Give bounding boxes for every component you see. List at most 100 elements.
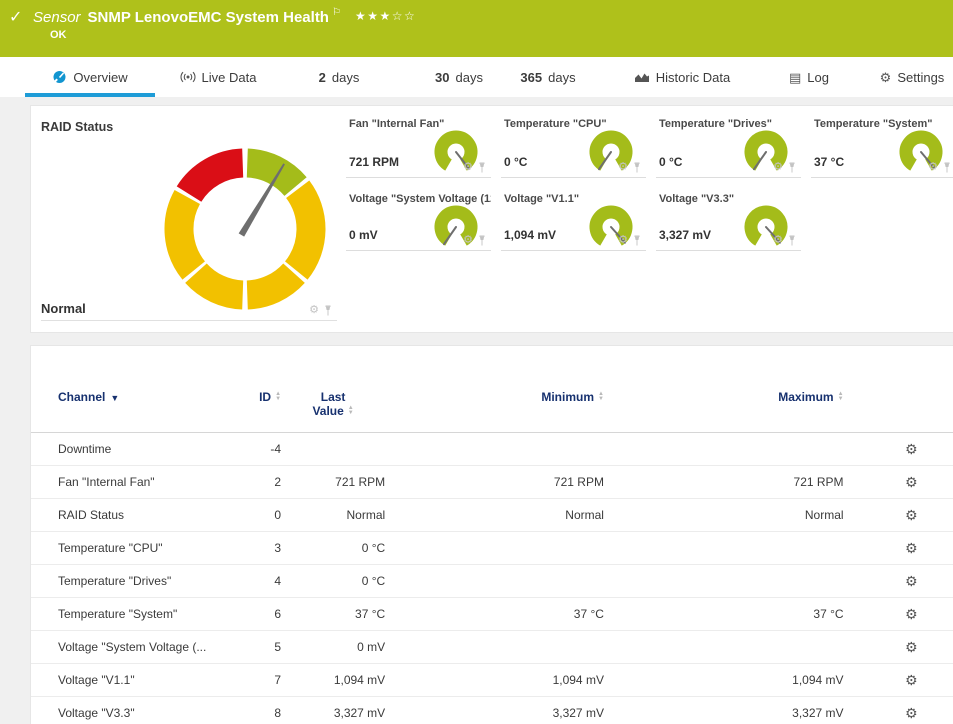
table-row[interactable]: Fan "Internal Fan" 2 721 RPM 721 RPM 721…	[31, 466, 953, 499]
channel-last-value: 0 °C	[281, 565, 385, 598]
broadcast-icon	[180, 71, 196, 83]
channel-id: 6	[250, 598, 281, 631]
pin-icon[interactable]	[787, 162, 797, 173]
channel-name: Fan "Internal Fan"	[31, 466, 250, 499]
gauge-cell-fan-internal-fan[interactable]: Fan "Internal Fan" 721 RPM ⚙	[346, 114, 491, 178]
status-badge: OK	[50, 29, 67, 41]
table-row[interactable]: Voltage "V1.1" 7 1,094 mV 1,094 mV 1,094…	[31, 664, 953, 697]
channel-name: Voltage "V1.1"	[31, 664, 250, 697]
raid-gauge-title: RAID Status	[41, 120, 113, 134]
gauge-value: 721 RPM	[349, 155, 399, 169]
channel-settings-icon[interactable]: ⚙	[905, 705, 918, 721]
tab-2-days[interactable]: 2days	[308, 57, 370, 97]
channel-settings-icon[interactable]: ⚙	[905, 474, 918, 490]
gauge-settings-icon[interactable]: ⚙	[928, 162, 938, 173]
channel-minimum: 3,327 mV	[385, 697, 604, 724]
raid-status-block[interactable]: RAID Status Normal ⚙	[41, 112, 337, 321]
pin-icon[interactable]	[323, 305, 333, 316]
channel-id: 3	[250, 532, 281, 565]
channel-last-value	[281, 433, 385, 466]
channel-settings-icon[interactable]: ⚙	[905, 441, 918, 457]
channel-maximum	[604, 532, 844, 565]
table-row[interactable]: Voltage "System Voltage (... 5 0 mV ⚙	[31, 631, 953, 664]
channel-settings-icon[interactable]: ⚙	[905, 606, 918, 622]
tab-settings[interactable]: ⚙ Settings	[872, 57, 952, 97]
pin-icon[interactable]	[632, 162, 642, 173]
channel-settings-icon[interactable]: ⚙	[905, 573, 918, 589]
active-tab-underline	[25, 93, 155, 97]
column-header-last-value[interactable]: LastValue▲▼	[281, 376, 385, 433]
gauge-cell-voltage-v3-3[interactable]: Voltage "V3.3" 3,327 mV ⚙	[656, 189, 801, 251]
tab-log[interactable]: ▤ Log	[780, 57, 838, 97]
column-header-id[interactable]: ID▲▼	[250, 376, 281, 433]
gauge-settings-icon[interactable]: ⚙	[463, 162, 473, 173]
gauge-settings-icon[interactable]: ⚙	[618, 235, 628, 246]
channel-settings-icon[interactable]: ⚙	[905, 507, 918, 523]
channel-id: 0	[250, 499, 281, 532]
pin-icon[interactable]	[632, 235, 642, 246]
channel-last-value: 721 RPM	[281, 466, 385, 499]
channel-minimum	[385, 532, 604, 565]
channel-settings-icon[interactable]: ⚙	[905, 639, 918, 655]
table-row[interactable]: Downtime -4 ⚙	[31, 433, 953, 466]
table-row[interactable]: Temperature "System" 6 37 °C 37 °C 37 °C…	[31, 598, 953, 631]
channel-settings-icon[interactable]: ⚙	[905, 672, 918, 688]
priority-stars[interactable]: ★★★☆☆	[355, 9, 416, 23]
channel-minimum: 37 °C	[385, 598, 604, 631]
tab-bar: Overview Live Data 2days 30days 365days …	[0, 57, 953, 97]
column-header-maximum[interactable]: Maximum▲▼	[604, 376, 844, 433]
table-row[interactable]: RAID Status 0 Normal Normal Normal ⚙	[31, 499, 953, 532]
channel-name: Voltage "System Voltage (...	[31, 631, 250, 664]
log-icon: ▤	[789, 71, 801, 84]
channel-name: Temperature "CPU"	[31, 532, 250, 565]
flag-icon[interactable]: ⚐	[332, 7, 341, 18]
pin-icon[interactable]	[477, 162, 487, 173]
tab-label: Log	[807, 70, 829, 85]
gauge-cell-temperature-cpu[interactable]: Temperature "CPU" 0 °C ⚙	[501, 114, 646, 178]
gauge-settings-icon[interactable]: ⚙	[463, 235, 473, 246]
sort-icon: ▲▼	[598, 392, 604, 402]
gauge-settings-icon[interactable]: ⚙	[618, 162, 628, 173]
raid-status-gauge	[155, 139, 335, 319]
column-header-minimum[interactable]: Minimum▲▼	[385, 376, 604, 433]
gauge-settings-icon[interactable]: ⚙	[773, 162, 783, 173]
raid-gauge-value: Normal	[41, 301, 86, 316]
channel-id: -4	[250, 433, 281, 466]
table-row[interactable]: Temperature "CPU" 3 0 °C ⚙	[31, 532, 953, 565]
gauge-title: Fan "Internal Fan"	[349, 118, 444, 130]
column-header-channel[interactable]: Channel▼	[31, 376, 250, 433]
tab-live-data[interactable]: Live Data	[168, 57, 268, 97]
channel-name: RAID Status	[31, 499, 250, 532]
channel-maximum: 37 °C	[604, 598, 844, 631]
pin-icon[interactable]	[942, 162, 952, 173]
gauge-settings-icon[interactable]: ⚙	[309, 305, 319, 316]
tab-overview[interactable]: Overview	[25, 57, 155, 97]
tab-30-days[interactable]: 30days	[428, 57, 490, 97]
gauge-value: 0 °C	[504, 155, 527, 169]
channel-id: 2	[250, 466, 281, 499]
gauge-value: 0 °C	[659, 155, 682, 169]
tab-365-days[interactable]: 365days	[510, 57, 586, 97]
channel-maximum	[604, 433, 844, 466]
gauge-value: 0 mV	[349, 228, 378, 242]
channel-maximum: 3,327 mV	[604, 697, 844, 724]
tab-days-number: 365	[520, 70, 542, 85]
channel-last-value: Normal	[281, 499, 385, 532]
table-row[interactable]: Voltage "V3.3" 8 3,327 mV 3,327 mV 3,327…	[31, 697, 953, 724]
channel-maximum: 721 RPM	[604, 466, 844, 499]
gauge-cell-voltage-system[interactable]: Voltage "System Voltage (12... 0 mV ⚙	[346, 189, 491, 251]
table-row[interactable]: Temperature "Drives" 4 0 °C ⚙	[31, 565, 953, 598]
gauge-cell-voltage-v1-1[interactable]: Voltage "V1.1" 1,094 mV ⚙	[501, 189, 646, 251]
channel-name: Temperature "System"	[31, 598, 250, 631]
gauge-cell-temperature-drives[interactable]: Temperature "Drives" 0 °C ⚙	[656, 114, 801, 178]
channel-settings-icon[interactable]: ⚙	[905, 540, 918, 556]
pin-icon[interactable]	[787, 235, 797, 246]
gauge-settings-icon[interactable]: ⚙	[773, 235, 783, 246]
column-header-actions	[844, 376, 953, 433]
gauge-value: 37 °C	[814, 155, 844, 169]
gauge-icon	[52, 70, 67, 84]
channel-last-value: 1,094 mV	[281, 664, 385, 697]
pin-icon[interactable]	[477, 235, 487, 246]
gauge-cell-temperature-system[interactable]: Temperature "System" 37 °C ⚙	[811, 114, 953, 178]
tab-historic-data[interactable]: Historic Data	[622, 57, 742, 97]
